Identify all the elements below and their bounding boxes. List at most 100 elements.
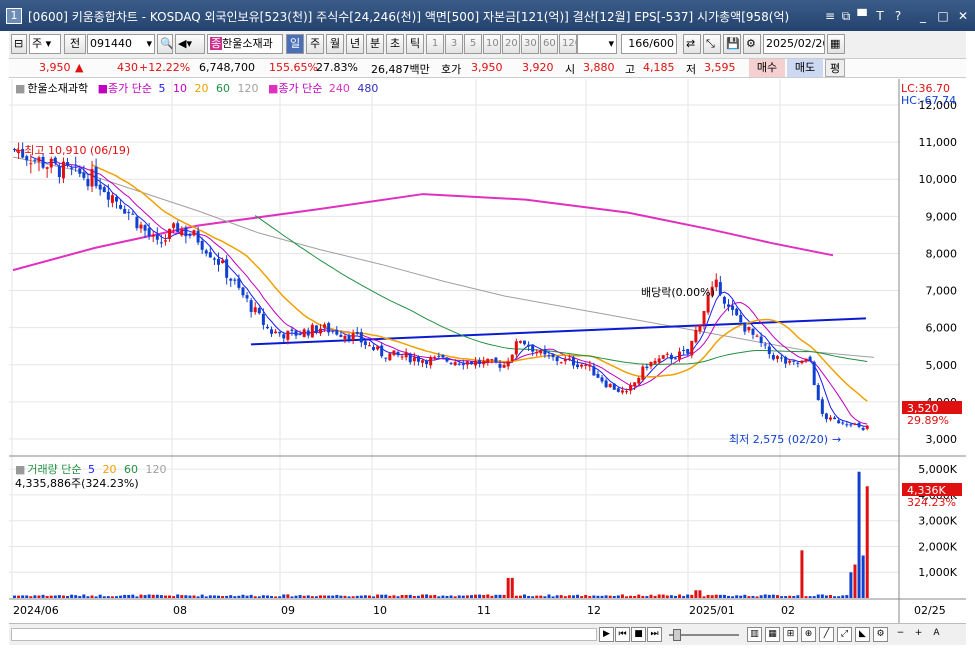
zoom-out-icon[interactable]: − [893,627,908,642]
period-button-5[interactable]: 초 [386,34,404,54]
sound-icon[interactable]: ◀▾ [175,34,205,54]
candle [820,399,824,414]
zoom-icon[interactable]: ⤡ [703,34,721,54]
layout-icon[interactable]: ⊟ [11,34,27,54]
volume-bar [571,595,575,598]
candle [200,241,204,250]
minute-step-button-20[interactable]: 20 [502,34,520,54]
candle [518,340,522,343]
zoom-slider-handle[interactable] [673,629,681,641]
volume-bar [853,564,857,598]
settings-icon[interactable]: ⚙ [873,627,888,642]
volume-bar [833,596,837,598]
price-tick: 6,000 [926,322,958,335]
minute-step-button-120[interactable]: 120 [559,34,577,54]
pin-icon[interactable]: ▀ [854,8,870,24]
candle [347,335,351,340]
period-button-1[interactable]: 주 [306,34,324,54]
period-button-0[interactable]: 일 [286,34,304,54]
candle [74,164,78,166]
volume-bar [576,594,580,598]
candle [217,258,220,265]
candle [94,166,98,187]
price-tick: 3,000 [926,433,958,446]
step-select[interactable]: ▾ [577,34,617,54]
volume-bar [604,595,608,598]
volume-bar [657,594,661,598]
candle [78,168,82,174]
zoom-in-icon[interactable]: + [911,627,926,642]
volume-bar [245,595,249,598]
candle [551,354,555,358]
chart-scrollbar[interactable]: ▶ ⏮ ■ ⏭ ▥ ▦ ⊞ ⊕ ╱ ⤢ ◣ ⚙ − + A [9,623,966,645]
scroll-track[interactable] [11,628,597,641]
text-tool-icon[interactable]: A [929,627,944,642]
period-button-6[interactable]: 틱 [406,34,424,54]
line-icon[interactable]: ╱ [819,627,834,642]
restore-window-icon[interactable]: ⧉ [838,8,854,24]
minute-step-button-60[interactable]: 60 [540,34,558,54]
stock-code-input[interactable]: 091440 ▾ [87,34,155,54]
stop-icon[interactable]: ■ [631,627,646,642]
volume-bar [86,596,90,598]
price-tick: 11,000 [919,136,958,149]
calendar-icon[interactable]: ▦ [827,34,845,54]
stock-name-field[interactable]: 종한울소재과 [207,34,283,54]
minute-step-button-5[interactable]: 5 [464,34,482,54]
volume-bar [208,595,212,598]
scroll-end-icon[interactable]: ⏭ [647,627,662,642]
close-icon[interactable]: ✕ [955,8,971,24]
minute-step-button-30[interactable]: 30 [521,34,539,54]
candle [669,354,673,360]
low-annotation: 최저 2,575 (02/20) → [729,433,841,446]
volume-bar [139,594,143,598]
period-type-select[interactable]: 주 ▾ [29,34,61,54]
indicator-icon[interactable]: ⊞ [783,627,798,642]
volume-bar [176,594,180,598]
candle [816,384,820,401]
candle [127,212,131,214]
date-input[interactable]: 2025/02/26 [763,34,825,54]
sell-button[interactable]: 매도 [787,59,823,77]
candle [612,383,616,390]
volume-bar [665,595,669,598]
maximize-icon[interactable]: □ [935,8,951,24]
candle [425,360,429,365]
prev-button[interactable]: 전 [64,34,86,54]
menu-icon[interactable]: ≡ [822,8,838,24]
volume-bar [110,596,114,598]
price-chart[interactable]: 12,00011,00010,0009,0008,0007,0006,0005,… [9,79,966,623]
search-icon[interactable]: 🔍 [157,34,173,54]
bar-chart-icon[interactable]: ▥ [747,627,762,642]
grid-icon[interactable]: ▦ [765,627,780,642]
minute-step-button-1[interactable]: 1 [426,34,444,54]
area-icon[interactable]: ◣ [855,627,870,642]
volume-bar [763,594,767,598]
minute-step-button-3[interactable]: 3 [445,34,463,54]
tool-icon[interactable]: ⤢ [837,627,852,642]
volume-bar [645,596,649,598]
minimize-icon[interactable]: _ [915,8,931,24]
scroll-start-icon[interactable]: ⏮ [615,627,630,642]
save-icon[interactable]: 💾 [723,34,741,54]
period-button-4[interactable]: 분 [366,34,384,54]
period-button-2[interactable]: 월 [326,34,344,54]
candle [323,324,327,328]
minute-step-button-10[interactable]: 10 [483,34,501,54]
scroll-right-icon[interactable]: ▶ [599,627,614,642]
volume-bar [510,577,514,598]
volume-current: 4,335,886주(324.23%) [15,477,139,490]
volume-bar [98,594,102,598]
compare-icon[interactable]: ⇄ [683,34,701,54]
candle [221,260,225,264]
average-button[interactable]: 평 [825,59,845,77]
font-icon[interactable]: T [872,8,888,24]
crosshair-icon[interactable]: ⊕ [801,627,816,642]
candle [865,425,869,429]
volume-bar [61,595,65,598]
gear-icon[interactable]: ⚙ [743,34,761,54]
period-button-3[interactable]: 년 [346,34,364,54]
volume-bar [555,595,559,598]
buy-button[interactable]: 매수 [749,59,785,77]
help-icon[interactable]: ? [890,8,906,24]
